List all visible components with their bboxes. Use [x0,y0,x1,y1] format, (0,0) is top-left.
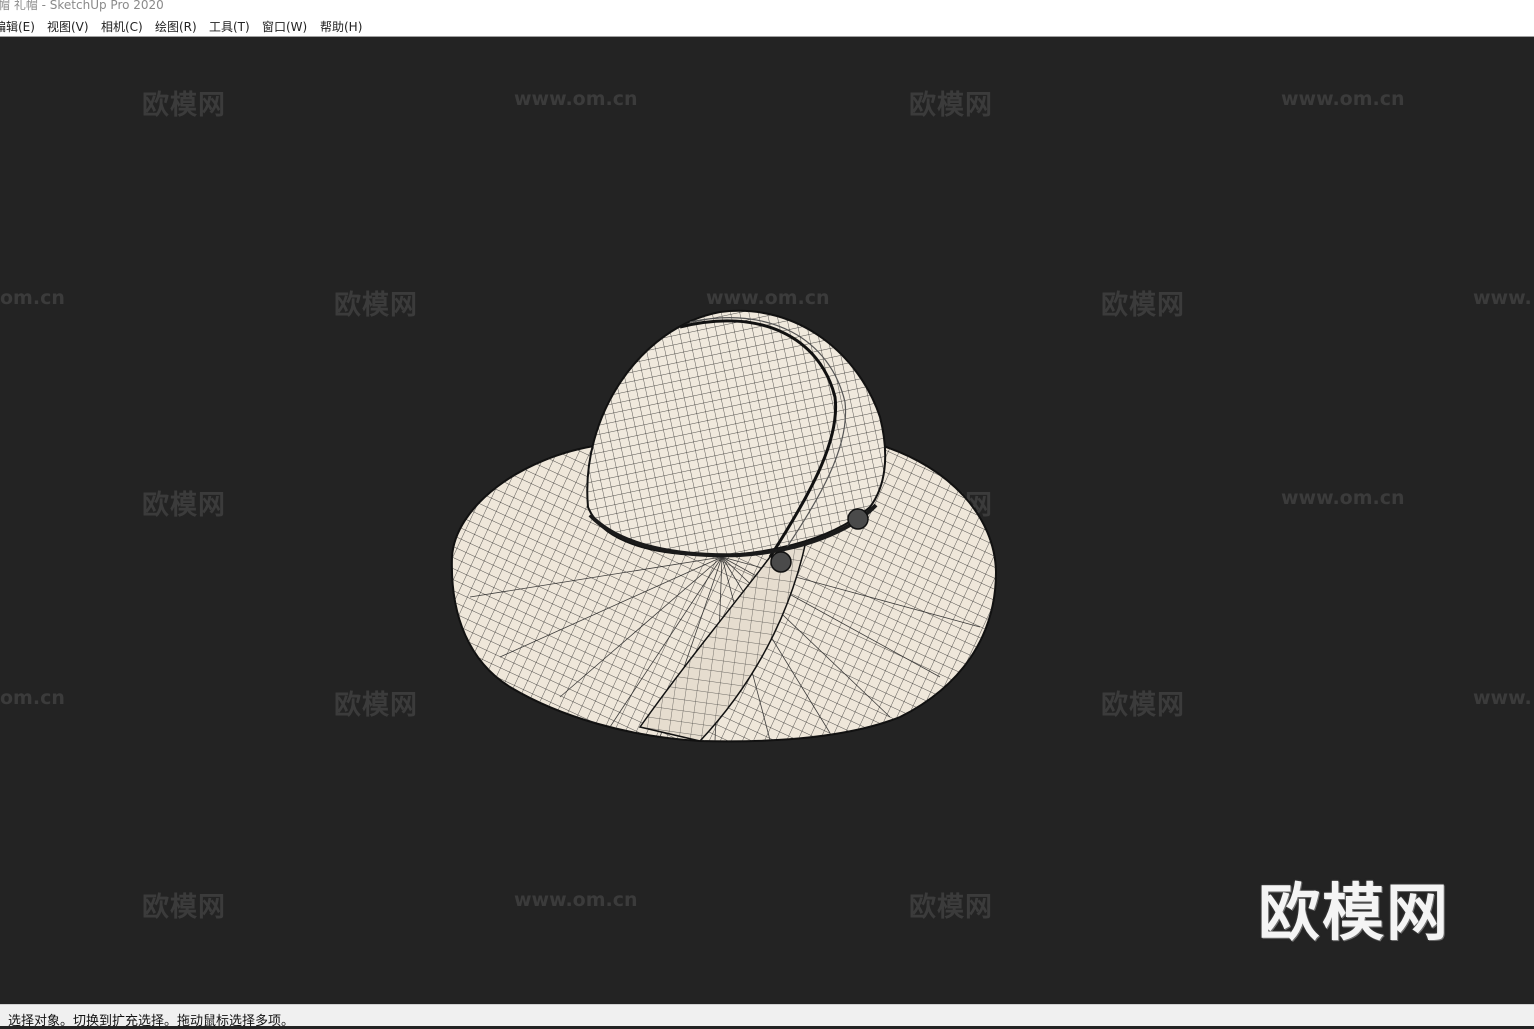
title-bar: 旧帽 礼帽 - SketchUp Pro 2020 [0,0,1534,16]
menu-window[interactable]: 窗口(W) [262,18,307,35]
menu-view[interactable]: 视图(V) [47,18,89,35]
menu-help[interactable]: 帮助(H) [320,18,362,35]
window-title: 旧帽 礼帽 - SketchUp Pro 2020 [0,0,164,12]
menu-camera[interactable]: 相机(C) [101,18,143,35]
menu-edit[interactable]: 编辑(E) [0,18,35,35]
hat-crown [586,309,887,564]
menu-tools[interactable]: 工具(T) [209,18,250,35]
status-text: 选择对象。切换到扩充选择。拖动鼠标选择多项。 [8,1014,295,1029]
model-viewport[interactable]: 欧模网 www.om.cn 欧模网 www.om.cn om.cn 欧模网 ww… [0,37,1534,1004]
menu-bar: 编辑(E) 视图(V) 相机(C) 绘图(R) 工具(T) 窗口(W) 帮助(H… [0,16,1534,37]
hat-button-left [770,551,792,573]
status-bar: 选择对象。切换到扩充选择。拖动鼠标选择多项。 [0,1004,1534,1029]
brand-logo: 欧模网 [1258,876,1451,949]
hat-model[interactable] [0,37,1534,1004]
hat-button-right [847,508,869,530]
menu-draw[interactable]: 绘图(R) [155,18,197,35]
